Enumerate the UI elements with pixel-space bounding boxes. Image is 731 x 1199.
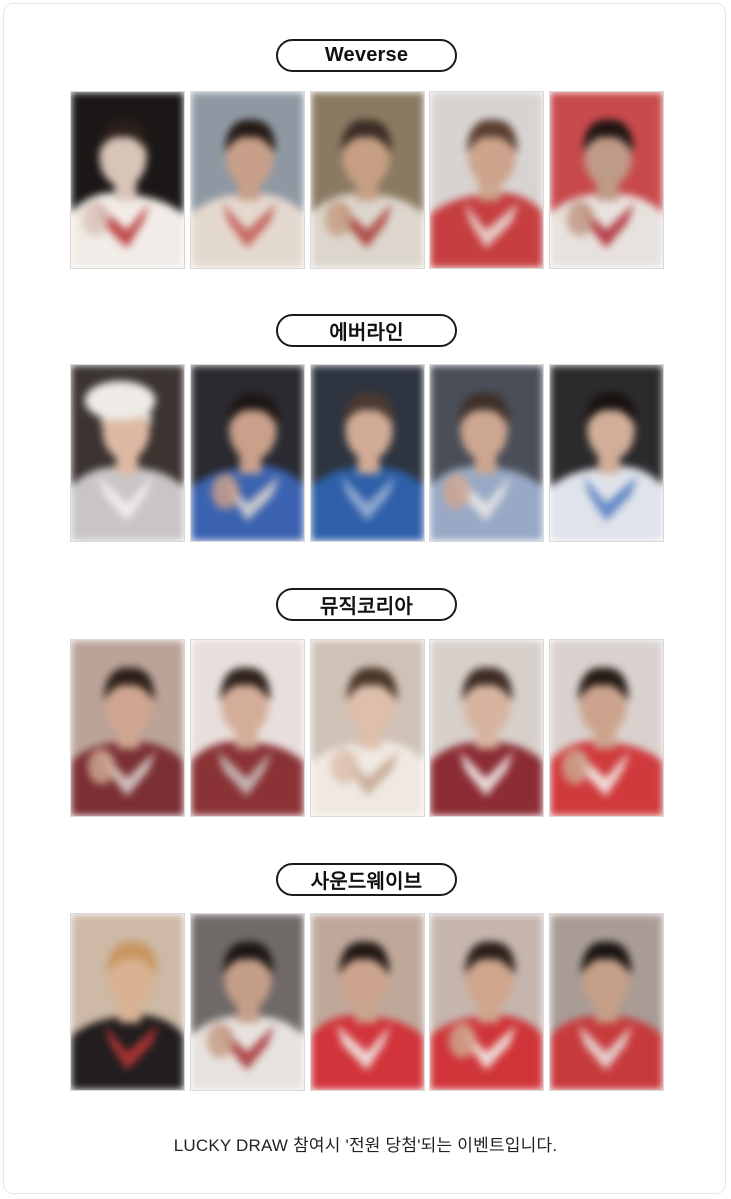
photocard-image — [71, 365, 184, 541]
photocard-image — [310, 92, 424, 268]
photocard — [429, 913, 545, 1091]
photocard-image — [430, 914, 544, 1090]
photocard — [549, 639, 664, 817]
photocard-image — [190, 365, 304, 541]
photocard — [429, 639, 545, 817]
photocard-image — [71, 914, 184, 1090]
photocard — [549, 364, 664, 542]
photocard-image — [550, 914, 663, 1090]
photocard — [70, 91, 185, 269]
photocard — [70, 364, 185, 542]
photocard — [70, 913, 185, 1091]
photocard — [309, 913, 425, 1091]
section-label-soundwave: 사운드웨이브 — [276, 863, 457, 896]
photocard-image — [71, 640, 184, 816]
photocard-image — [430, 92, 544, 268]
photocard-image — [71, 92, 184, 268]
photocard — [189, 639, 305, 817]
section-label-everline: 에버라인 — [276, 314, 457, 347]
event-footer-note: LUCKY DRAW 참여시 '전원 당첨'되는 이벤트입니다. — [173, 1136, 558, 1155]
photocard-row-soundwave — [70, 913, 664, 1091]
photocard — [309, 364, 425, 542]
photocard-row-music-korea — [70, 639, 664, 817]
photocard-row-everline — [70, 364, 664, 542]
photocard-image — [310, 914, 424, 1090]
section-label-weverse: Weverse — [276, 39, 457, 72]
photocard-image — [550, 365, 663, 541]
photocard — [429, 364, 545, 542]
photocard-image — [430, 640, 544, 816]
photocard — [189, 913, 305, 1091]
photocard-image — [190, 914, 304, 1090]
photocard-image — [550, 92, 663, 268]
photocard-image — [550, 640, 663, 816]
photocard-image — [430, 365, 544, 541]
section-label-music-korea: 뮤직코리아 — [276, 588, 457, 621]
photocard — [309, 639, 425, 817]
photocard-image — [310, 365, 424, 541]
photocard — [189, 91, 305, 269]
photocard — [189, 364, 305, 542]
photocard — [429, 91, 545, 269]
photocard — [549, 913, 664, 1091]
photocard — [70, 639, 185, 817]
photocard-image — [190, 92, 304, 268]
photocard — [549, 91, 664, 269]
photocard-image — [190, 640, 304, 816]
photocard-row-weverse — [70, 91, 664, 269]
photocard — [309, 91, 425, 269]
photocard-image — [310, 640, 424, 816]
